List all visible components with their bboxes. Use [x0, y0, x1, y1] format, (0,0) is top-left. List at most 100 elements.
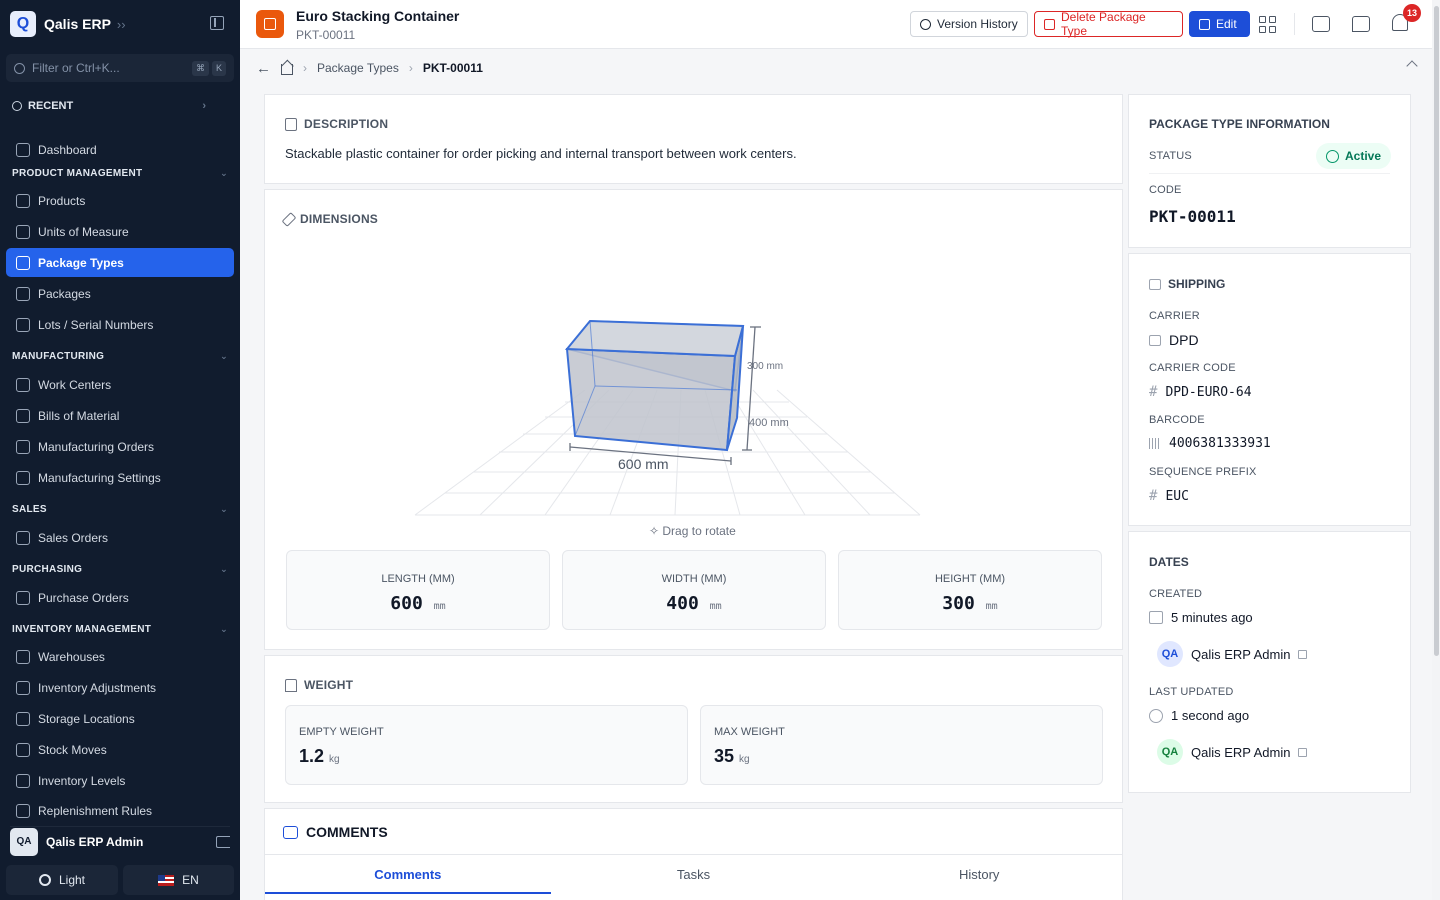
- tab-tasks[interactable]: Tasks: [551, 855, 837, 894]
- status-value: Active: [1345, 149, 1382, 163]
- breadcrumb-package-types[interactable]: Package Types: [317, 61, 399, 75]
- section-product-management[interactable]: PRODUCT MANAGEMENT ⌄: [12, 168, 228, 179]
- external-link-icon[interactable]: [1298, 649, 1308, 659]
- home-icon[interactable]: [281, 64, 293, 75]
- warehouse-icon: [16, 649, 30, 664]
- edit-button[interactable]: Edit: [1189, 11, 1250, 37]
- sidebar-item-label: Sales Orders: [38, 530, 109, 545]
- app-logo[interactable]: Q Qalis ERP ››: [10, 10, 230, 38]
- drag-hint-text: Drag to rotate: [662, 524, 736, 538]
- heading-label: SHIPPING: [1168, 277, 1226, 291]
- dates-card: DATES CREATED 5 minutes ago QA Qalis ERP …: [1128, 531, 1411, 793]
- created-label: CREATED: [1149, 588, 1203, 600]
- updated-by[interactable]: QA Qalis ERP Admin: [1157, 739, 1308, 765]
- sidebar-item-purchase-orders[interactable]: Purchase Orders: [6, 583, 234, 612]
- height-label: 300 mm: [747, 361, 783, 372]
- section-inventory-management[interactable]: INVENTORY MANAGEMENT ⌄: [12, 624, 228, 635]
- sidebar-item-manufacturing-settings[interactable]: Manufacturing Settings: [6, 463, 234, 492]
- chevron-right-icon: ››: [116, 16, 126, 32]
- robot-icon[interactable]: [1312, 16, 1330, 32]
- delete-package-type-button[interactable]: Delete Package Type: [1034, 10, 1183, 38]
- tab-comments[interactable]: Comments: [265, 855, 551, 894]
- stat-value: 1.2 kg: [299, 746, 674, 767]
- sidebar-item-inventory-levels[interactable]: Inventory Levels: [6, 766, 234, 795]
- external-link-icon[interactable]: [1298, 747, 1308, 757]
- theme-toggle-button[interactable]: Light: [6, 865, 118, 895]
- sidebar-item-products[interactable]: Products: [6, 186, 234, 215]
- theme-label: Light: [58, 873, 86, 887]
- user-profile[interactable]: QA Qalis ERP Admin: [10, 826, 230, 856]
- sequence-prefix-value: # EUC: [1149, 488, 1189, 504]
- length-stat: LENGTH (MM) 600 mm: [286, 550, 550, 630]
- drag-hint: ✧ Drag to rotate: [649, 524, 736, 538]
- barcode-icon: [1149, 438, 1161, 449]
- weight-card: WEIGHT EMPTY WEIGHT 1.2 kg MAX WEIGHT 35…: [264, 655, 1123, 803]
- sidebar-item-warehouses[interactable]: Warehouses: [6, 642, 234, 671]
- recent-toggle[interactable]: RECENT ›: [12, 100, 206, 112]
- dimensions-card: DIMENSIONS 600 mm 300 mm 400 mm ✧ Drag t…: [264, 189, 1123, 650]
- barcode-label: BARCODE: [1149, 414, 1205, 426]
- description-heading: DESCRIPTION: [285, 117, 388, 131]
- created-by[interactable]: QA Qalis ERP Admin: [1157, 641, 1308, 667]
- filter-input[interactable]: Filter or Ctrl+K... ⌘ K: [6, 54, 234, 82]
- barcode-value: 4006381333931: [1149, 436, 1271, 451]
- arrows-icon: [16, 742, 30, 757]
- chevron-right-icon: ›: [303, 61, 307, 75]
- sidebar-item-dashboard[interactable]: Dashboard: [6, 135, 234, 164]
- section-purchasing[interactable]: PURCHASING ⌄: [12, 564, 228, 575]
- section-manufacturing[interactable]: MANUFACTURING ⌄: [12, 351, 228, 362]
- sidebar-item-inventory-adjustments[interactable]: Inventory Adjustments: [6, 673, 234, 702]
- stat-label: HEIGHT (MM): [934, 573, 1006, 585]
- sidebar-item-units-of-measure[interactable]: Units of Measure: [6, 217, 234, 246]
- sidebar-item-storage-locations[interactable]: Storage Locations: [6, 704, 234, 733]
- sidebar-item-package-types[interactable]: Package Types: [6, 248, 234, 277]
- chat-icon[interactable]: [1352, 16, 1370, 32]
- section-sales[interactable]: SALES ⌄: [12, 504, 228, 515]
- empty-weight-stat: EMPTY WEIGHT 1.2 kg: [285, 705, 688, 785]
- button-label: Version History: [937, 17, 1018, 31]
- sidebar-item-manufacturing-orders[interactable]: Manufacturing Orders: [6, 432, 234, 461]
- history-icon: [920, 18, 931, 30]
- chevron-up-icon[interactable]: [1406, 60, 1418, 72]
- tab-history[interactable]: History: [836, 855, 1122, 894]
- page-title: Euro Stacking Container: [296, 8, 460, 24]
- 3d-box-viewer[interactable]: 600 mm 300 mm 400 mm: [385, 300, 945, 525]
- shipping-heading: SHIPPING: [1149, 277, 1225, 291]
- section-label: SALES: [12, 504, 47, 515]
- sidebar-item-label: Purchase Orders: [38, 590, 129, 605]
- comments-heading: COMMENTS: [283, 824, 388, 840]
- status-badge: Active: [1316, 143, 1391, 169]
- created-value: 5 minutes ago: [1149, 610, 1253, 625]
- version-history-button[interactable]: Version History: [910, 11, 1028, 37]
- back-arrow-icon[interactable]: ←: [256, 60, 271, 77]
- button-label: Delete Package Type: [1061, 10, 1146, 38]
- sidebar-item-replenishment-rules[interactable]: Replenishment Rules: [6, 797, 234, 819]
- document-icon: [285, 117, 297, 131]
- sidebar-item-bills-of-material[interactable]: Bills of Material: [6, 401, 234, 430]
- cart-icon: [16, 590, 30, 605]
- apps-grid-icon[interactable]: [1259, 16, 1276, 33]
- sidebar-item-label: Stock Moves: [38, 742, 107, 757]
- scrollbar-thumb[interactable]: [1434, 6, 1439, 656]
- sidebar-item-lots-serial[interactable]: Lots / Serial Numbers: [6, 310, 234, 339]
- stat-value: 35 kg: [714, 746, 1089, 767]
- sidebar-item-label: Bills of Material: [38, 408, 120, 423]
- info-heading: PACKAGE TYPE INFORMATION: [1149, 117, 1330, 131]
- package-type-icon: [256, 10, 284, 38]
- notification-badge: 13: [1403, 4, 1421, 22]
- sidebar-item-packages[interactable]: Packages: [6, 279, 234, 308]
- stat-label: LENGTH (MM): [381, 573, 455, 585]
- sidebar-item-stock-moves[interactable]: Stock Moves: [6, 735, 234, 764]
- sidebar-item-work-centers[interactable]: Work Centers: [6, 370, 234, 399]
- logout-icon[interactable]: [216, 835, 230, 848]
- sidebar-item-label: Replenishment Rules: [38, 804, 153, 818]
- sidebar-collapse-icon[interactable]: [210, 16, 224, 30]
- weight-icon: [285, 678, 297, 692]
- divider: [1149, 173, 1390, 174]
- sidebar-item-sales-orders[interactable]: Sales Orders: [6, 523, 234, 552]
- avatar: QA: [1157, 739, 1183, 765]
- unit: mm: [985, 601, 998, 612]
- description-card: DESCRIPTION Stackable plastic container …: [264, 94, 1123, 184]
- language-button[interactable]: EN: [123, 865, 234, 895]
- height-value: 300: [942, 593, 975, 614]
